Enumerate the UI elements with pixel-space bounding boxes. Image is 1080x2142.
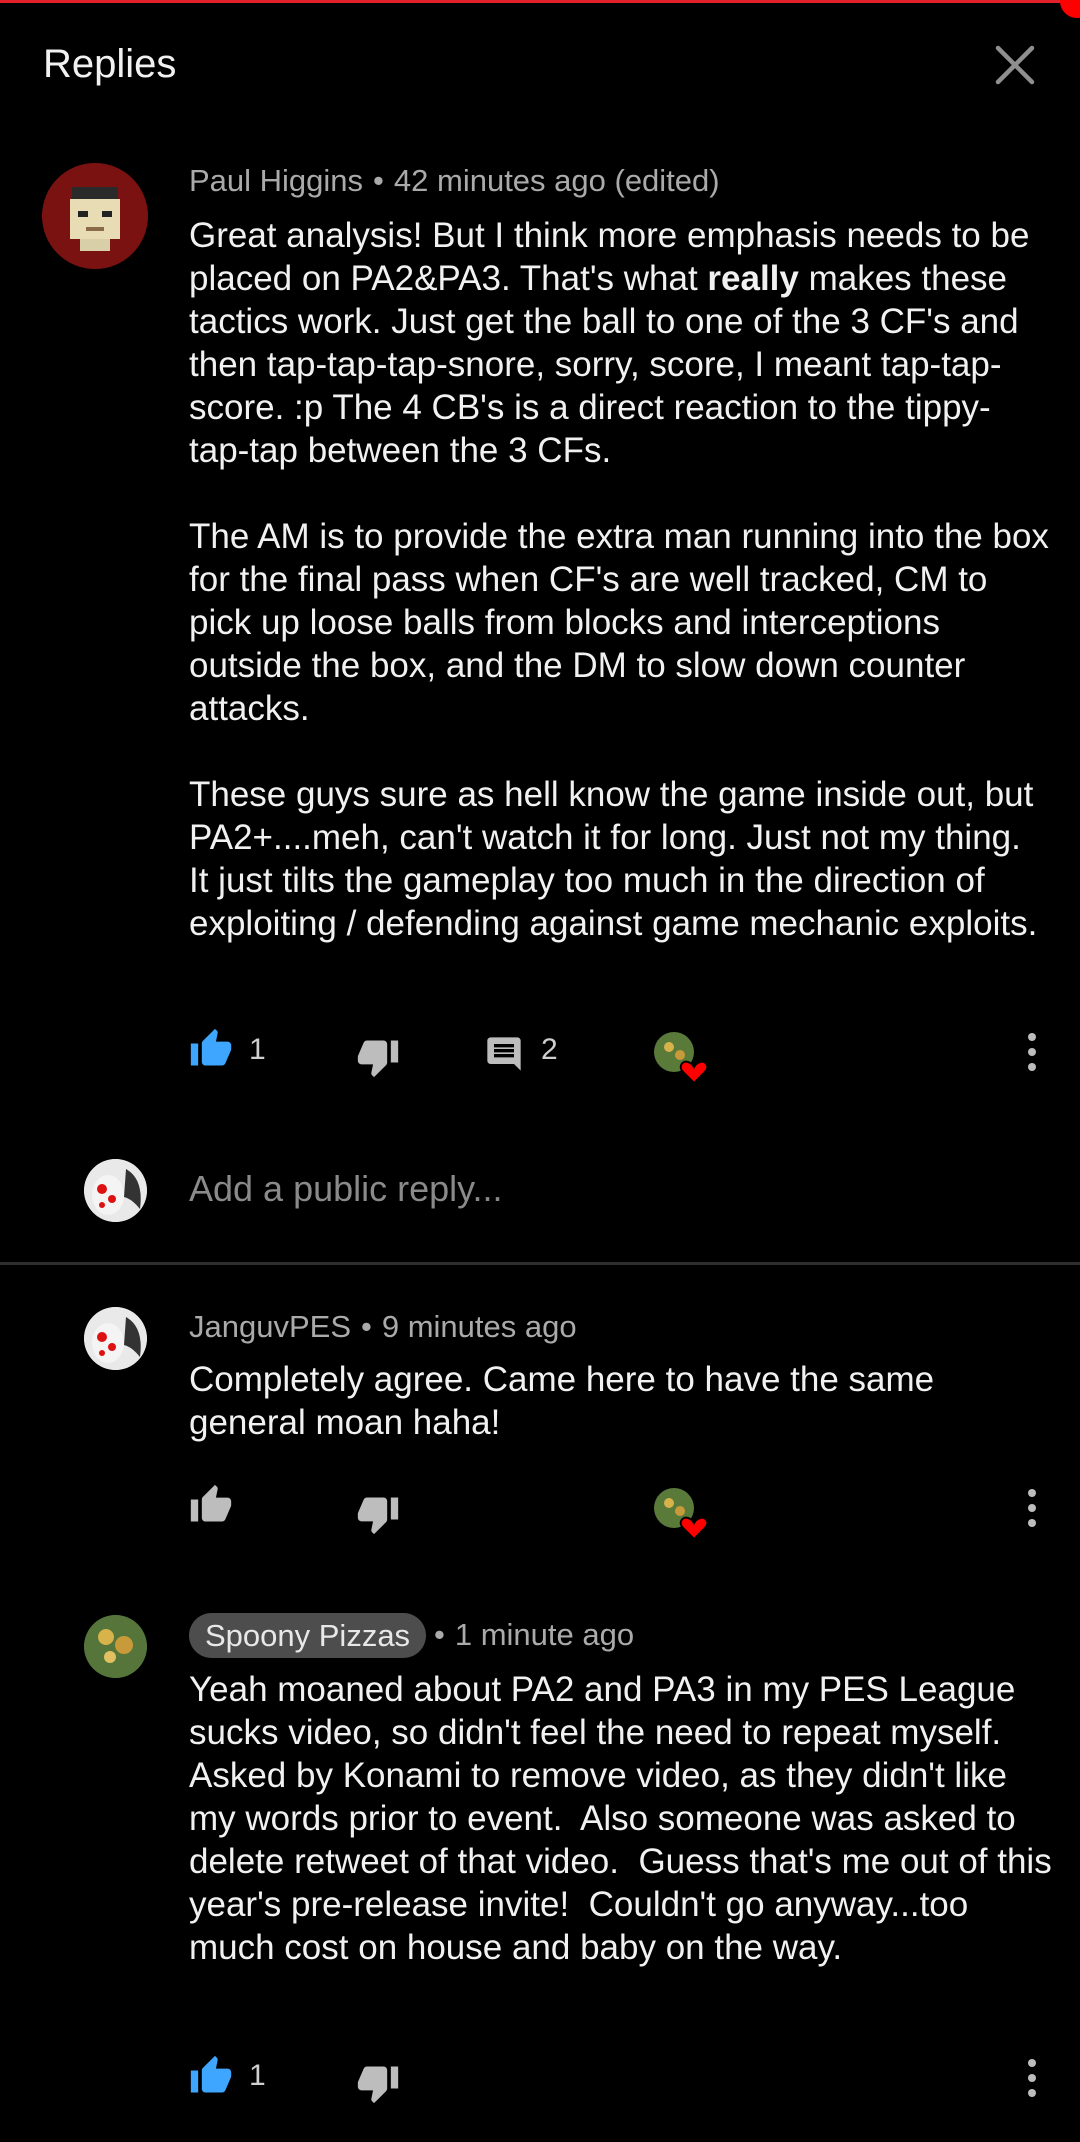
dislike-button[interactable]: [356, 1492, 400, 1536]
avatar-spoony-pizzas[interactable]: [84, 1615, 147, 1678]
comment-text: Completely agree. Came here to have the …: [189, 1360, 944, 1442]
thumbs-up-icon: [190, 1484, 232, 1522]
creator-heart-icon: [654, 1032, 709, 1085]
comment-meta: JanguvPES • 9 minutes ago: [189, 1309, 577, 1345]
divider: [0, 1262, 1080, 1265]
comment-icon: [487, 1037, 521, 1071]
more-vertical-icon: [1028, 2059, 1036, 2097]
avatar-janguvpes[interactable]: [84, 1307, 147, 1370]
separator-dot: •: [434, 1617, 445, 1652]
reply-input[interactable]: Add a public reply...: [189, 1168, 503, 1210]
more-options-button[interactable]: [1017, 1027, 1047, 1077]
timestamp: 9 minutes ago: [381, 1309, 577, 1344]
comment-text-part: makes these tactics work. Just get the b…: [189, 259, 1049, 943]
author-name[interactable]: JanguvPES: [189, 1309, 351, 1344]
thumbs-down-icon: [357, 1040, 399, 1078]
creator-heart: [653, 1487, 711, 1543]
reply-count-button[interactable]: [484, 1034, 524, 1074]
like-button[interactable]: [189, 1483, 233, 1527]
comment-text: Great analysis! But I think more emphasi…: [189, 214, 1049, 945]
thumbs-up-icon: [190, 2055, 232, 2093]
thumbs-up-icon: [190, 1028, 232, 1066]
close-button[interactable]: [990, 40, 1040, 90]
separator-dot: •: [361, 1309, 372, 1344]
more-options-button[interactable]: [1017, 2053, 1047, 2103]
thumbs-down-icon: [357, 2066, 399, 2104]
like-button[interactable]: [189, 1027, 233, 1071]
thumbs-down-icon: [357, 1497, 399, 1535]
dislike-button[interactable]: [356, 2061, 400, 2105]
like-count: 1: [249, 2059, 266, 2092]
comment-meta: Paul Higgins • 42 minutes ago (edited): [189, 163, 720, 199]
like-button[interactable]: [189, 2054, 233, 2098]
like-count: 1: [249, 1033, 266, 1066]
author-name[interactable]: Paul Higgins: [189, 163, 363, 198]
more-options-button[interactable]: [1017, 1483, 1047, 1533]
more-vertical-icon: [1028, 1489, 1036, 1527]
more-vertical-icon: [1028, 1033, 1036, 1071]
current-user-avatar: [84, 1159, 147, 1222]
comment-text: Yeah moaned about PA2 and PA3 in my PES …: [189, 1670, 1062, 1967]
dislike-button[interactable]: [356, 1035, 400, 1079]
timestamp: 42 minutes ago (edited): [393, 163, 720, 198]
creator-heart: [653, 1031, 711, 1087]
separator-dot: •: [373, 163, 384, 198]
reply-count: 2: [541, 1033, 558, 1066]
close-icon: [995, 45, 1035, 85]
avatar-paul-higgins[interactable]: [42, 163, 148, 269]
timestamp: 1 minute ago: [454, 1617, 635, 1652]
creator-heart-icon: [654, 1488, 709, 1541]
comment-meta: • 1 minute ago: [428, 1617, 634, 1653]
comment-text-bold: really: [707, 259, 799, 298]
replies-header: Replies: [0, 0, 1080, 130]
creator-name-chip[interactable]: Spoony Pizzas: [189, 1613, 427, 1658]
page-title: Replies: [43, 42, 177, 86]
